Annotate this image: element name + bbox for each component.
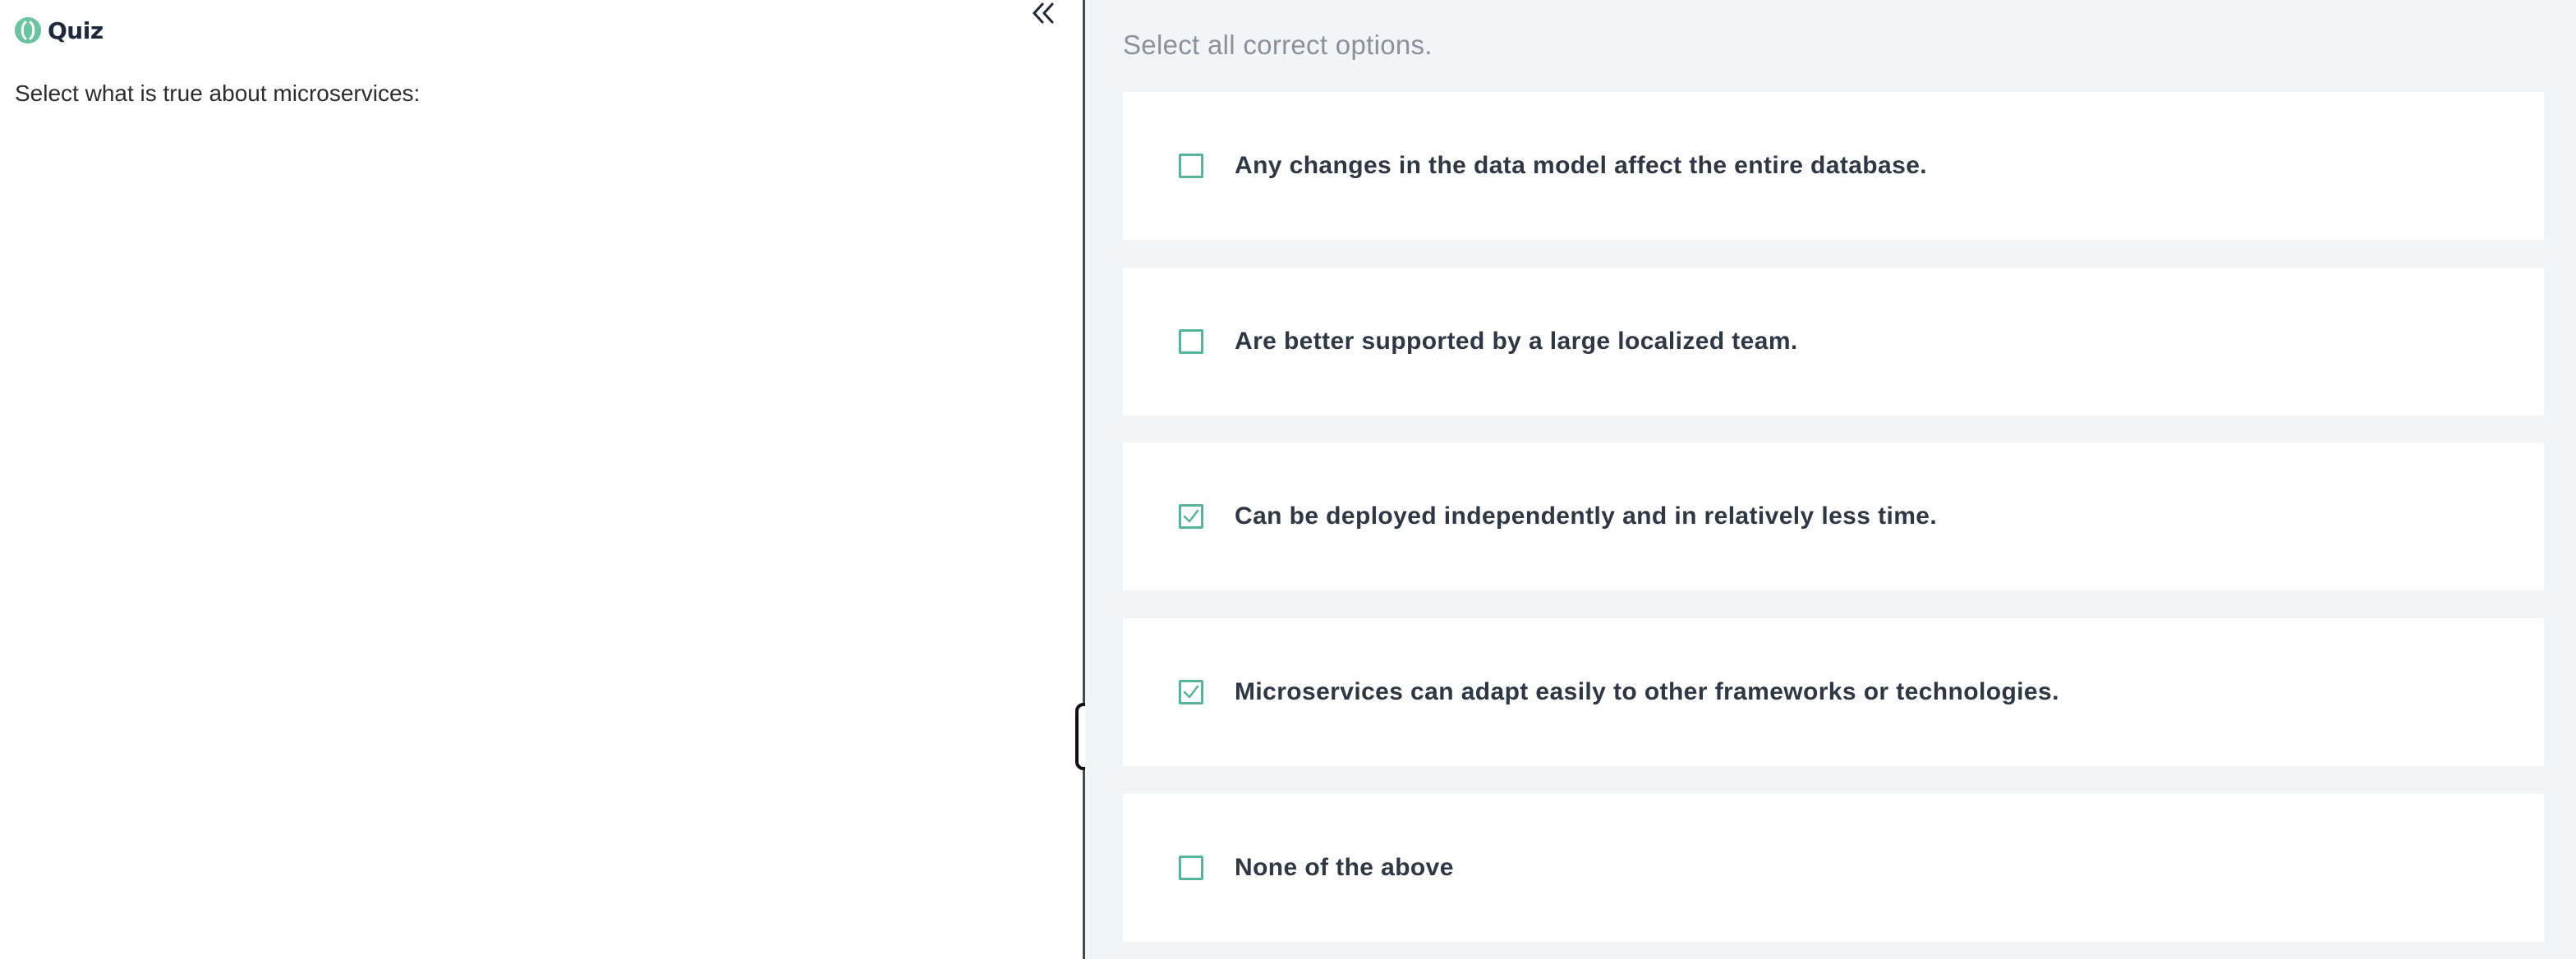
option-card[interactable]: Microservices can adapt easily to other … (1123, 618, 2544, 766)
option-checkbox[interactable] (1179, 856, 1203, 880)
option-label: Microservices can adapt easily to other … (1235, 678, 2059, 705)
option-label: None of the above (1235, 854, 1454, 881)
option-card[interactable]: Any changes in the data model affect the… (1123, 92, 2544, 240)
option-label: Are better supported by a large localize… (1235, 328, 1798, 355)
option-checkbox[interactable] (1179, 329, 1203, 354)
collapse-panel-button[interactable] (1027, 0, 1060, 30)
question-pane: Quiz Select what is true about microserv… (0, 0, 1083, 959)
option-card[interactable]: None of the above (1123, 794, 2544, 942)
option-label: Can be deployed independently and in rel… (1235, 502, 1938, 530)
option-label: Any changes in the data model affect the… (1235, 152, 1928, 179)
checkmark-icon (1183, 685, 1199, 699)
quiz-header: Quiz (15, 16, 104, 44)
answer-pane: Select all correct options. Any changes … (1085, 0, 2576, 959)
option-checkbox[interactable] (1179, 154, 1203, 178)
double-chevron-left-icon (1031, 2, 1056, 29)
quiz-title: Quiz (48, 16, 104, 44)
option-card[interactable]: Are better supported by a large localize… (1123, 268, 2544, 415)
quiz-app: Quiz Select what is true about microserv… (0, 0, 2576, 959)
instruction-text: Select all correct options. (1123, 30, 1433, 60)
option-card[interactable]: Can be deployed independently and in rel… (1123, 443, 2544, 590)
checkmark-icon (1183, 509, 1199, 523)
question-text: Select what is true about microservices: (15, 80, 421, 106)
quiz-logo-icon (15, 17, 41, 44)
option-checkbox-checked[interactable] (1179, 680, 1203, 704)
option-checkbox-checked[interactable] (1179, 504, 1203, 529)
